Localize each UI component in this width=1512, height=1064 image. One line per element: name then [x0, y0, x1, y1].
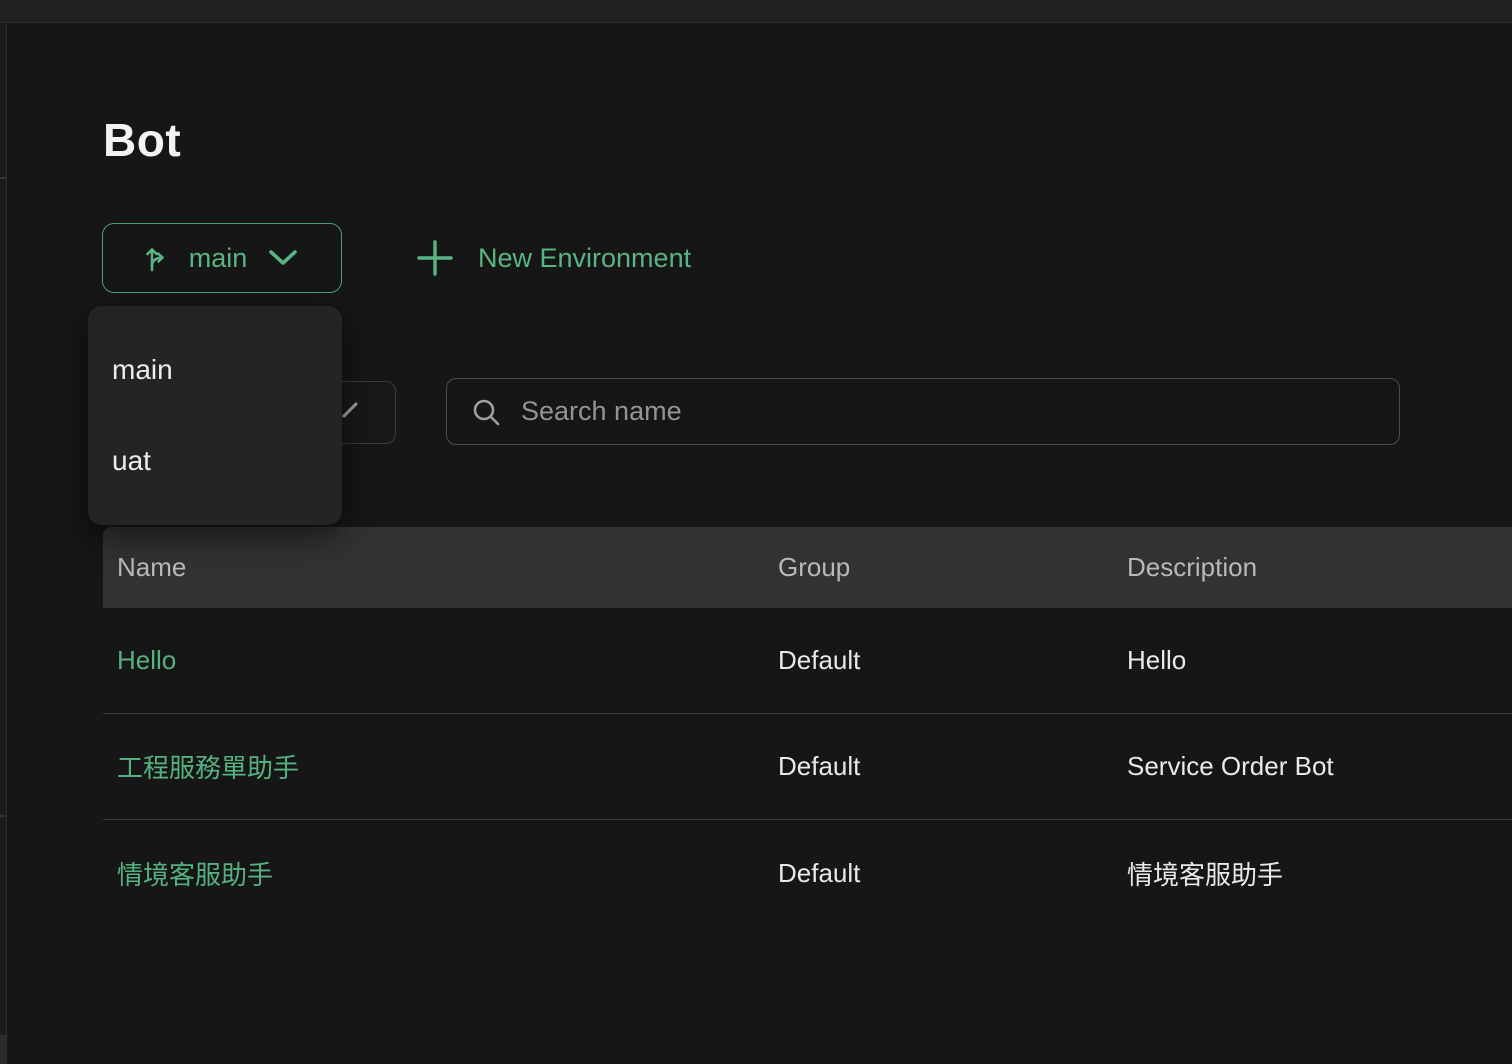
column-header-description: Description [1113, 552, 1512, 583]
menu-item-uat[interactable]: uat [88, 416, 342, 508]
column-header-group: Group [764, 552, 1113, 583]
bot-name-link[interactable]: 情境客服助手 [103, 855, 764, 892]
table-row: Hello Default Hello [103, 608, 1512, 714]
new-environment-label: New Environment [478, 243, 691, 274]
environment-branch-button[interactable]: main [102, 223, 342, 293]
search-box [446, 378, 1400, 445]
new-environment-button[interactable]: New Environment [408, 223, 699, 293]
environment-dropdown-menu: main uat [88, 306, 342, 525]
bot-name-link[interactable]: Hello [103, 645, 764, 676]
bot-description: Service Order Bot [1113, 751, 1512, 782]
window-top-bar [0, 0, 1512, 23]
bot-description: 情境客服助手 [1113, 855, 1512, 892]
bot-group: Default [764, 751, 1113, 782]
branch-button-label: main [189, 243, 248, 274]
table-row: 情境客服助手 Default 情境客服助手 [103, 820, 1512, 926]
sidebar-divider [0, 815, 7, 817]
bot-description: Hello [1113, 645, 1512, 676]
branch-icon [145, 242, 169, 274]
sidebar-divider [0, 177, 7, 179]
plus-icon [416, 239, 454, 277]
menu-item-main[interactable]: main [88, 324, 342, 416]
bot-group: Default [764, 858, 1113, 889]
search-icon [471, 397, 501, 427]
search-input[interactable] [519, 395, 1385, 428]
chevron-down-icon [267, 248, 299, 268]
collapsed-sidebar-edge [0, 24, 7, 1064]
page-title: Bot [103, 113, 181, 167]
bot-group: Default [764, 645, 1113, 676]
bot-name-link[interactable]: 工程服務單助手 [103, 748, 764, 785]
app-window: Bot main New Environment [0, 0, 1512, 1064]
table-row: 工程服務單助手 Default Service Order Bot [103, 714, 1512, 820]
column-header-name: Name [103, 552, 764, 583]
sidebar-bottom-item [0, 1035, 7, 1064]
table-header: Name Group Description [103, 527, 1512, 608]
bot-table: Name Group Description Hello Default Hel… [103, 527, 1512, 926]
check-icon [342, 402, 358, 418]
